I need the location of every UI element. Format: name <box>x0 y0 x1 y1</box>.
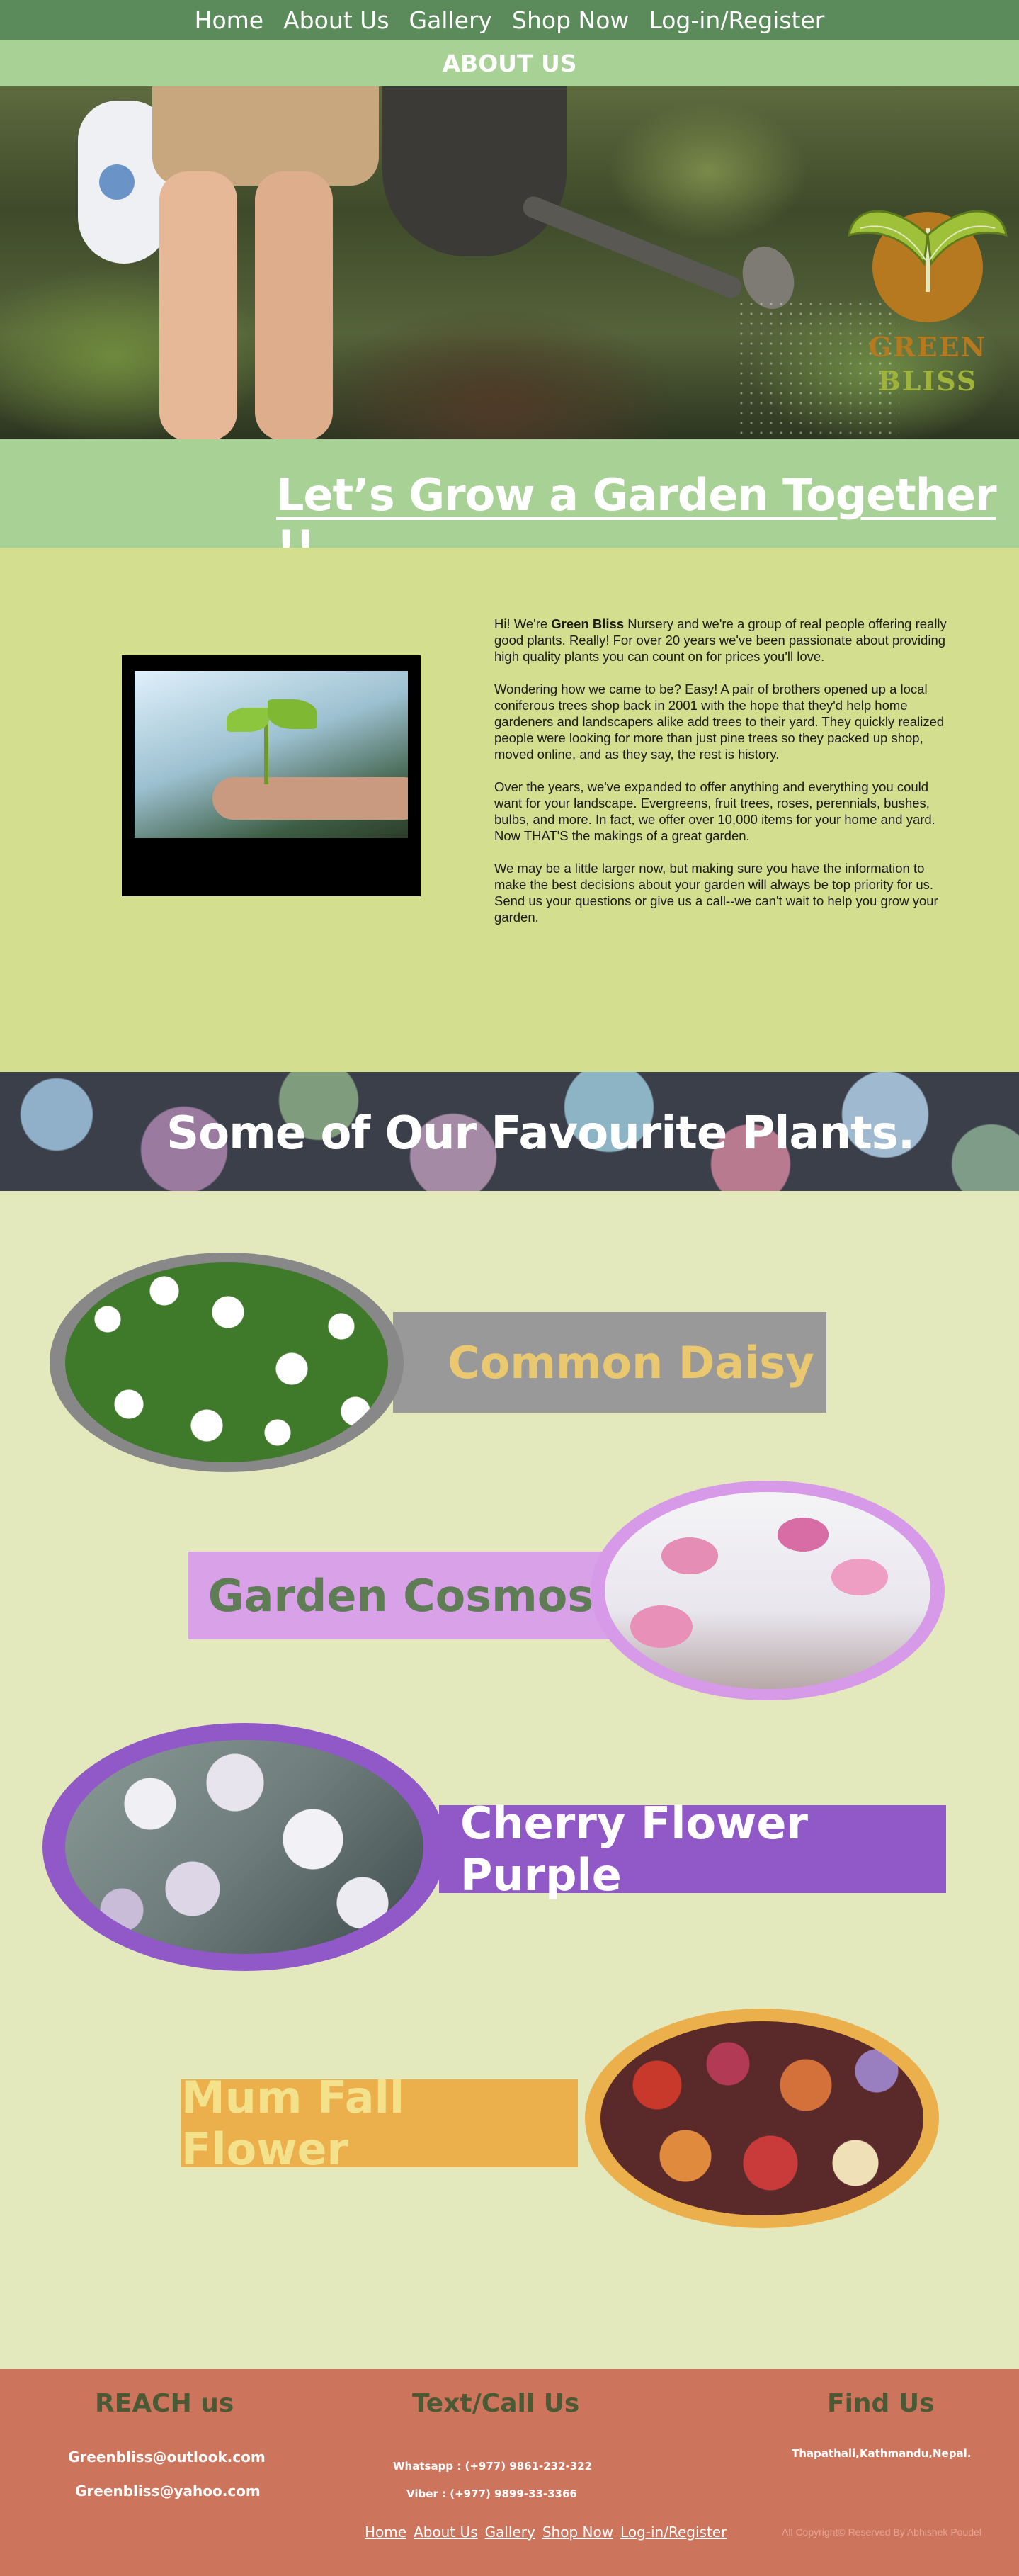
green-bliss-logo[interactable]: GREEN BLISS <box>846 186 1009 405</box>
gardener-leg <box>159 171 237 439</box>
footer-address: Thapathali,Kathmandu,Nepal. <box>792 2447 972 2460</box>
flower-image-garden-cosmos[interactable] <box>591 1481 945 1700</box>
hand-shape <box>212 777 408 820</box>
gardener-shorts <box>152 86 379 186</box>
nav-home-link[interactable]: Home <box>195 6 263 34</box>
page-title: ABOUT US <box>442 49 577 77</box>
footer-nav-about-link[interactable]: About Us <box>414 2524 478 2541</box>
flower-label-cherry-flower-purple: Cherry Flower Purple <box>439 1797 946 1901</box>
nav-login-link[interactable]: Log-in/Register <box>649 6 824 34</box>
hero-image: GREEN BLISS <box>0 86 1019 439</box>
watering-can <box>382 86 567 256</box>
flower-image-common-daisy[interactable] <box>50 1253 404 1472</box>
seedling-stem <box>264 721 268 784</box>
flower-image-mum-fall-flower[interactable] <box>585 2009 939 2228</box>
cosmos-photo <box>605 1492 930 1689</box>
footer-viber: Viber : (+977) 9899-33-3366 <box>406 2487 577 2500</box>
top-nav: Home About Us Gallery Shop Now Log-in/Re… <box>0 0 1019 40</box>
footer-nav: Home About Us Gallery Shop Now Log-in/Re… <box>365 2524 727 2541</box>
succulents-banner: Some of Our Favourite Plants. <box>0 1072 1019 1191</box>
daisy-photo <box>65 1262 388 1462</box>
about-text-prefix: Hi! We're <box>494 616 552 631</box>
flower-label-mum-fall-flower: Mum Fall Flower <box>181 2072 578 2175</box>
footer-nav-shop-link[interactable]: Shop Now <box>542 2524 613 2541</box>
footer-nav-gallery-link[interactable]: Gallery <box>485 2524 535 2541</box>
logo-text-bliss: BLISS <box>877 365 978 397</box>
about-section: Hi! We're Green Bliss Nursery and we're … <box>0 548 1019 1072</box>
nav-about-link[interactable]: About Us <box>283 6 389 34</box>
footer-find-heading: Find Us <box>827 2389 935 2418</box>
footer-nav-login-link[interactable]: Log-in/Register <box>620 2524 727 2541</box>
footer-nav-home-link[interactable]: Home <box>365 2524 406 2541</box>
mum-flower-photo <box>600 2021 923 2215</box>
about-paragraph: Wondering how we came to be? Easy! A pai… <box>494 682 945 762</box>
sprout-logo-icon <box>848 210 1008 322</box>
seedling-leaf <box>268 699 317 729</box>
seedling-leaf <box>227 708 269 732</box>
nav-gallery-link[interactable]: Gallery <box>409 6 493 34</box>
nav-shop-link[interactable]: Shop Now <box>512 6 629 34</box>
logo-text-green: GREEN <box>868 331 987 363</box>
flower-label-common-daisy: Common Daisy <box>393 1312 826 1413</box>
footer-reach-heading: REACH us <box>95 2389 234 2418</box>
about-paragraph: We may be a little larger now, but makin… <box>494 861 938 925</box>
about-paragraph: Over the years, we've expanded to offer … <box>494 779 935 843</box>
tagline-banner: Let’s Grow a Garden Together !! <box>0 439 1019 572</box>
footer-text-call-heading: Text/Call Us <box>412 2389 580 2418</box>
footer: REACH us Text/Call Us Find Us Greenbliss… <box>0 2369 1019 2576</box>
about-text: Hi! We're Green Bliss Nursery and we're … <box>494 616 958 942</box>
footer-copyright: All Copyright© Reserved By Abhishek Poud… <box>782 2526 981 2538</box>
footer-email-yahoo[interactable]: Greenbliss@yahoo.com <box>75 2482 261 2499</box>
cherry-flower-photo <box>65 1740 423 1954</box>
footer-email-outlook[interactable]: Greenbliss@outlook.com <box>68 2448 266 2465</box>
seedling-in-hand-photo <box>135 671 408 838</box>
page-title-bar: ABOUT US <box>0 40 1019 86</box>
about-photo-frame <box>122 655 421 896</box>
favourites-heading: Some of Our Favourite Plants. <box>166 1107 915 1160</box>
footer-whatsapp: Whatsapp : (+977) 9861-232-322 <box>393 2460 593 2473</box>
gardener-leg <box>255 171 333 439</box>
about-paragraph: Hi! We're Green Bliss Nursery and we're … <box>494 616 958 665</box>
brand-name: Green Bliss <box>551 616 625 631</box>
flower-image-cherry-flower-purple[interactable] <box>42 1723 446 1971</box>
flower-label-garden-cosmos: Garden Cosmos <box>188 1552 613 1639</box>
